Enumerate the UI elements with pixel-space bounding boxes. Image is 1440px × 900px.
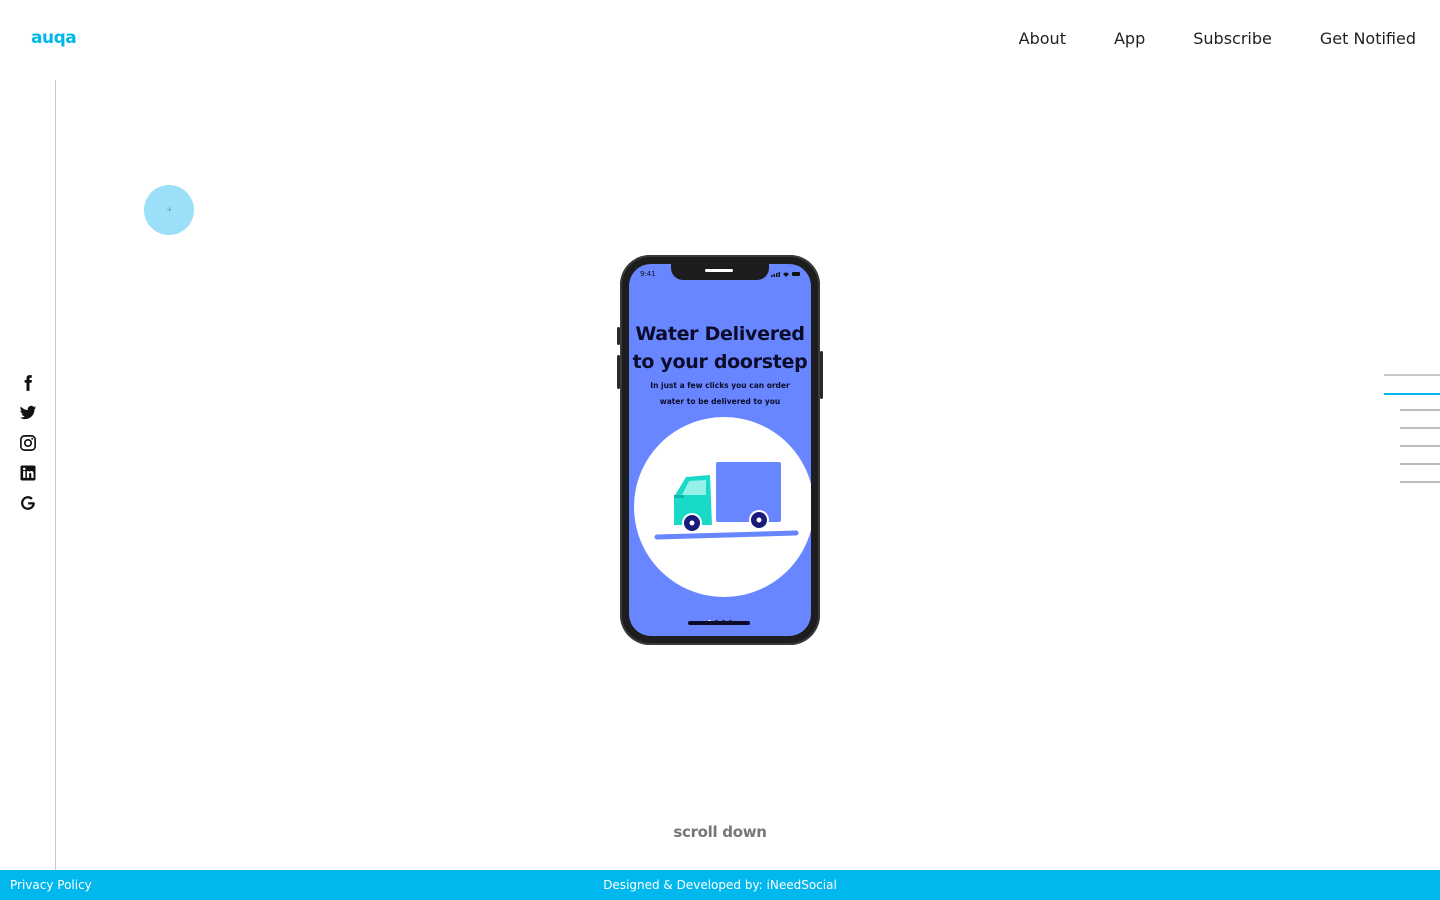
app-headline-line2: to your doorstep bbox=[632, 351, 808, 373]
nav-subscribe[interactable]: Subscribe bbox=[1193, 29, 1272, 49]
left-divider bbox=[55, 80, 56, 870]
nav-get-notified[interactable]: Get Notified bbox=[1320, 29, 1416, 49]
cursor-follower: + bbox=[144, 185, 194, 235]
section-indicator[interactable] bbox=[1400, 445, 1440, 447]
section-indicator[interactable] bbox=[1384, 374, 1440, 376]
phone-notch bbox=[671, 264, 769, 280]
section-indicator[interactable] bbox=[1400, 409, 1440, 411]
home-indicator bbox=[688, 621, 750, 625]
phone-screen: 9:41 Water Delivered to your doorstep In… bbox=[629, 264, 811, 636]
phone-volume-button bbox=[617, 355, 620, 389]
footer: Privacy Policy Designed & Developed by: … bbox=[0, 870, 1440, 900]
footer-credit: Designed & Developed by: iNeedSocial bbox=[603, 878, 837, 892]
nav-app[interactable]: App bbox=[1114, 29, 1145, 49]
phone-mockup: 9:41 Water Delivered to your doorstep In… bbox=[617, 255, 823, 645]
phone-mute-switch bbox=[617, 327, 620, 345]
section-indicator[interactable] bbox=[1400, 463, 1440, 465]
status-time: 9:41 bbox=[640, 270, 656, 278]
logo[interactable]: auqa bbox=[31, 28, 77, 48]
twitter-icon[interactable] bbox=[18, 404, 38, 424]
main-nav: About App Subscribe Get Notified bbox=[971, 29, 1416, 49]
cursor-dot: + bbox=[166, 205, 173, 214]
section-indicator[interactable] bbox=[1400, 427, 1440, 429]
app-subtext-line2: water to be delivered to you bbox=[659, 397, 781, 406]
phone-power-button bbox=[820, 351, 823, 399]
delivery-truck-icon bbox=[654, 462, 799, 540]
app-headline-line1: Water Delivered bbox=[635, 323, 805, 345]
section-indicator[interactable] bbox=[1400, 481, 1440, 483]
privacy-policy-link[interactable]: Privacy Policy bbox=[10, 878, 92, 892]
instagram-icon[interactable] bbox=[18, 434, 38, 454]
landing-page: auqa About App Subscribe Get Notified + bbox=[0, 0, 1440, 900]
truck-illustration-circle bbox=[634, 417, 811, 597]
scroll-down-hint[interactable]: scroll down bbox=[0, 823, 1440, 841]
linkedin-icon[interactable] bbox=[18, 464, 38, 484]
facebook-icon[interactable] bbox=[18, 374, 38, 394]
status-icons bbox=[771, 272, 800, 277]
social-links bbox=[18, 373, 38, 524]
google-icon[interactable] bbox=[18, 494, 38, 514]
section-indicators bbox=[1384, 374, 1440, 499]
section-indicator-active[interactable] bbox=[1384, 393, 1440, 395]
nav-about[interactable]: About bbox=[1019, 29, 1066, 49]
app-subtext-line1: In just a few clicks you can order bbox=[650, 381, 790, 390]
